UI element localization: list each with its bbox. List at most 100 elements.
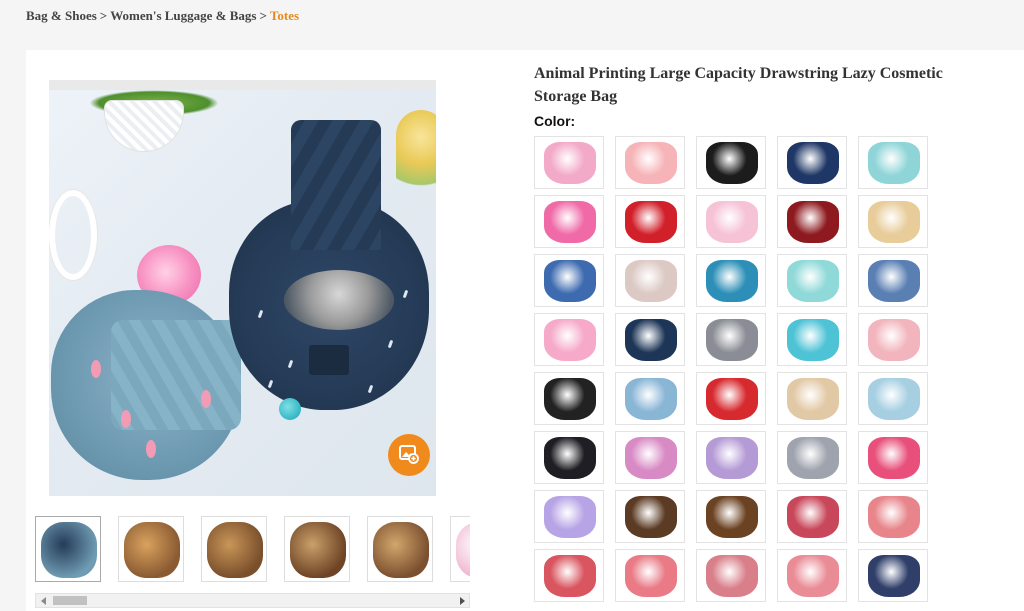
color-swatch[interactable] xyxy=(696,313,766,366)
color-swatch[interactable] xyxy=(534,195,604,248)
color-swatch[interactable] xyxy=(777,490,847,543)
color-swatch[interactable] xyxy=(858,313,928,366)
color-swatch[interactable] xyxy=(534,254,604,307)
color-swatch[interactable] xyxy=(777,195,847,248)
bag-flap xyxy=(111,320,241,430)
swatch-image xyxy=(868,260,920,302)
swatch-image xyxy=(625,260,677,302)
thumbnail-image xyxy=(124,522,180,578)
color-swatch[interactable] xyxy=(696,431,766,484)
color-swatch[interactable] xyxy=(696,372,766,425)
color-swatch[interactable] xyxy=(615,254,685,307)
swatch-image xyxy=(625,201,677,243)
color-swatch[interactable] xyxy=(534,431,604,484)
feather-dot xyxy=(402,289,409,299)
color-swatch[interactable] xyxy=(777,549,847,602)
swatch-image xyxy=(544,260,596,302)
bag-opening xyxy=(284,270,394,330)
swatch-image xyxy=(868,437,920,479)
swatch-image xyxy=(787,260,839,302)
swatch-image xyxy=(706,437,758,479)
scrollbar-thumb[interactable] xyxy=(53,596,87,605)
color-swatch[interactable] xyxy=(534,549,604,602)
color-swatch[interactable] xyxy=(615,549,685,602)
color-swatch[interactable] xyxy=(858,549,928,602)
color-swatch[interactable] xyxy=(534,372,604,425)
chevron-left-icon[interactable] xyxy=(36,594,51,607)
swatch-image xyxy=(625,555,677,597)
image-zoom-button[interactable] xyxy=(388,434,430,476)
swatch-image xyxy=(787,201,839,243)
color-swatch[interactable] xyxy=(696,195,766,248)
swatch-image xyxy=(706,201,758,243)
color-swatch[interactable] xyxy=(777,136,847,189)
swatch-image xyxy=(544,142,596,184)
breadcrumb-link-womens-luggage-bags[interactable]: Women's Luggage & Bags xyxy=(110,8,256,23)
color-swatch[interactable] xyxy=(615,313,685,366)
swatch-image xyxy=(787,319,839,361)
color-swatch[interactable] xyxy=(696,549,766,602)
product-thumbnail[interactable] xyxy=(367,516,433,582)
color-swatch[interactable] xyxy=(777,313,847,366)
color-swatch[interactable] xyxy=(696,136,766,189)
color-swatch[interactable] xyxy=(858,254,928,307)
thumbnail-image xyxy=(456,522,470,578)
bag-patch xyxy=(309,345,349,375)
product-thumbnail[interactable] xyxy=(201,516,267,582)
swatch-image xyxy=(787,378,839,420)
color-swatch[interactable] xyxy=(858,136,928,189)
thumbnail-strip xyxy=(35,516,470,586)
product-thumbnail[interactable] xyxy=(35,516,101,582)
breadcrumb-link-bag-shoes[interactable]: Bag & Shoes xyxy=(26,8,97,23)
color-swatch[interactable] xyxy=(615,372,685,425)
product-thumbnail[interactable] xyxy=(450,516,470,582)
swatch-image xyxy=(787,496,839,538)
thumbnail-image xyxy=(207,522,263,578)
breadcrumb-separator: > xyxy=(99,8,108,23)
image-top-band xyxy=(49,80,436,90)
color-swatch[interactable] xyxy=(777,254,847,307)
product-thumbnail[interactable] xyxy=(284,516,350,582)
color-swatch[interactable] xyxy=(777,431,847,484)
flamingo-dot xyxy=(91,360,101,378)
color-label: Color: xyxy=(534,113,576,129)
color-swatch[interactable] xyxy=(858,372,928,425)
product-thumbnail[interactable] xyxy=(118,516,184,582)
color-swatch[interactable] xyxy=(696,490,766,543)
breadcrumb-current: Totes xyxy=(269,8,300,23)
color-swatch[interactable] xyxy=(615,136,685,189)
feather-dot xyxy=(367,384,374,394)
thumbnail-scrollbar[interactable] xyxy=(35,593,470,608)
swatch-image xyxy=(706,142,758,184)
swatch-image xyxy=(787,555,839,597)
color-swatch[interactable] xyxy=(615,431,685,484)
color-swatch[interactable] xyxy=(534,490,604,543)
color-swatch[interactable] xyxy=(858,431,928,484)
swatch-image xyxy=(544,437,596,479)
feather-dot xyxy=(257,309,264,319)
color-swatch[interactable] xyxy=(858,195,928,248)
color-swatch[interactable] xyxy=(777,372,847,425)
main-product-image[interactable] xyxy=(49,80,436,496)
color-swatch[interactable] xyxy=(858,490,928,543)
color-swatch[interactable] xyxy=(696,254,766,307)
chevron-right-icon[interactable] xyxy=(454,594,469,607)
color-swatch[interactable] xyxy=(615,195,685,248)
swatch-image xyxy=(544,378,596,420)
feather-dot xyxy=(287,359,294,369)
swatch-image xyxy=(544,201,596,243)
swatch-image xyxy=(544,319,596,361)
product-title: Animal Printing Large Capacity Drawstrin… xyxy=(534,65,943,105)
swatch-image xyxy=(706,319,758,361)
swatch-image xyxy=(625,142,677,184)
swatch-image xyxy=(868,378,920,420)
flower-basket xyxy=(104,100,184,152)
color-swatch[interactable] xyxy=(534,313,604,366)
flamingo-dot xyxy=(121,410,131,428)
swatch-image xyxy=(544,555,596,597)
yellow-flowers xyxy=(396,110,436,200)
color-swatch[interactable] xyxy=(615,490,685,543)
swatch-image xyxy=(868,319,920,361)
color-swatch[interactable] xyxy=(534,136,604,189)
light-blue-bag xyxy=(51,290,241,480)
